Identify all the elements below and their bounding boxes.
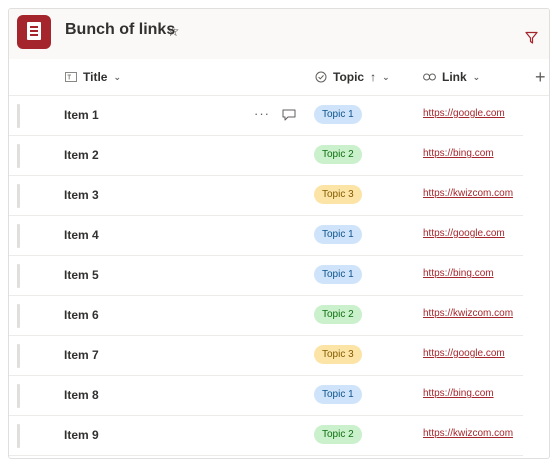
row-selection-handle[interactable] [17,304,20,328]
topic-badge: Topic 3 [314,185,362,204]
choice-field-icon [315,71,327,83]
row-title[interactable]: Item 7 [64,348,99,362]
list-view: Bunch of links ☆ Title ⌄ Topic ↑ ⌄ Link … [8,8,550,459]
topic-badge: Topic 1 [314,105,362,124]
chevron-down-icon: ⌄ [382,71,390,82]
topic-badge: Topic 1 [314,385,362,404]
link-url[interactable]: https://bing.com [423,268,494,279]
table-row[interactable]: Item 8 Topic 1 https://bing.com [9,376,523,416]
row-title[interactable]: Item 2 [64,148,99,162]
row-title[interactable]: Item 8 [64,388,99,402]
row-title[interactable]: Item 4 [64,228,99,242]
table-row[interactable]: Item 3 Topic 3 https://kwizcom.com [9,176,523,216]
row-selection-handle[interactable] [17,424,20,448]
topic-badge: Topic 1 [314,265,362,284]
table-row[interactable]: Item 5 Topic 1 https://bing.com [9,256,523,296]
row-title[interactable]: Item 9 [64,428,99,442]
chevron-down-icon: ⌄ [113,71,121,82]
column-topic-label: Topic [333,70,365,84]
row-title[interactable]: Item 3 [64,188,99,202]
comment-icon[interactable] [282,108,296,126]
row-title[interactable]: Item 5 [64,268,99,282]
link-url[interactable]: https://bing.com [423,148,494,159]
column-header-topic[interactable]: Topic ↑ ⌄ [315,59,390,95]
add-column-icon[interactable]: + [535,67,546,88]
row-title[interactable]: Item 1 [64,108,99,122]
text-field-icon [65,72,77,82]
link-url[interactable]: https://kwizcom.com [423,428,513,439]
sort-ascending-icon: ↑ [370,70,377,84]
table-row[interactable]: Item 9 Topic 2 https://kwizcom.com [9,416,523,456]
topic-badge: Topic 2 [314,145,362,164]
link-icon [423,73,436,81]
list-app-icon [17,15,51,49]
row-selection-handle[interactable] [17,344,20,368]
link-url[interactable]: https://bing.com [423,388,494,399]
column-header-link[interactable]: Link ⌄ [423,59,480,95]
table-row[interactable]: Item 1 ··· Topic 1 https://google.com [9,96,523,136]
table-row[interactable]: Item 4 Topic 1 https://google.com [9,216,523,256]
link-url[interactable]: https://google.com [423,348,505,359]
column-link-label: Link [442,70,467,84]
row-selection-handle[interactable] [17,104,20,128]
row-title[interactable]: Item 6 [64,308,99,322]
row-selection-handle[interactable] [17,184,20,208]
chevron-down-icon: ⌄ [472,71,481,82]
topic-badge: Topic 2 [314,425,362,444]
row-selection-handle[interactable] [17,224,20,248]
link-url[interactable]: https://kwizcom.com [423,308,513,319]
list-header: Bunch of links ☆ [9,9,549,59]
table-row[interactable]: Item 2 Topic 2 https://bing.com [9,136,523,176]
topic-badge: Topic 3 [314,345,362,364]
column-header-row: Title ⌄ Topic ↑ ⌄ Link ⌄ + [9,59,549,96]
link-url[interactable]: https://google.com [423,228,505,239]
star-icon[interactable]: ☆ [167,23,180,40]
column-header-title[interactable]: Title ⌄ [65,59,121,95]
filter-icon[interactable] [525,31,538,49]
row-selection-handle[interactable] [17,264,20,288]
table-row[interactable]: Item 7 Topic 3 https://google.com [9,336,523,376]
more-actions-icon[interactable]: ··· [254,106,270,121]
link-url[interactable]: https://kwizcom.com [423,188,513,199]
topic-badge: Topic 1 [314,225,362,244]
table-row[interactable]: Item 6 Topic 2 https://kwizcom.com [9,296,523,336]
topic-badge: Topic 2 [314,305,362,324]
row-selection-handle[interactable] [17,144,20,168]
link-url[interactable]: https://google.com [423,108,505,119]
column-title-label: Title [83,70,108,84]
page-title: Bunch of links [65,21,176,38]
row-selection-handle[interactable] [17,384,20,408]
